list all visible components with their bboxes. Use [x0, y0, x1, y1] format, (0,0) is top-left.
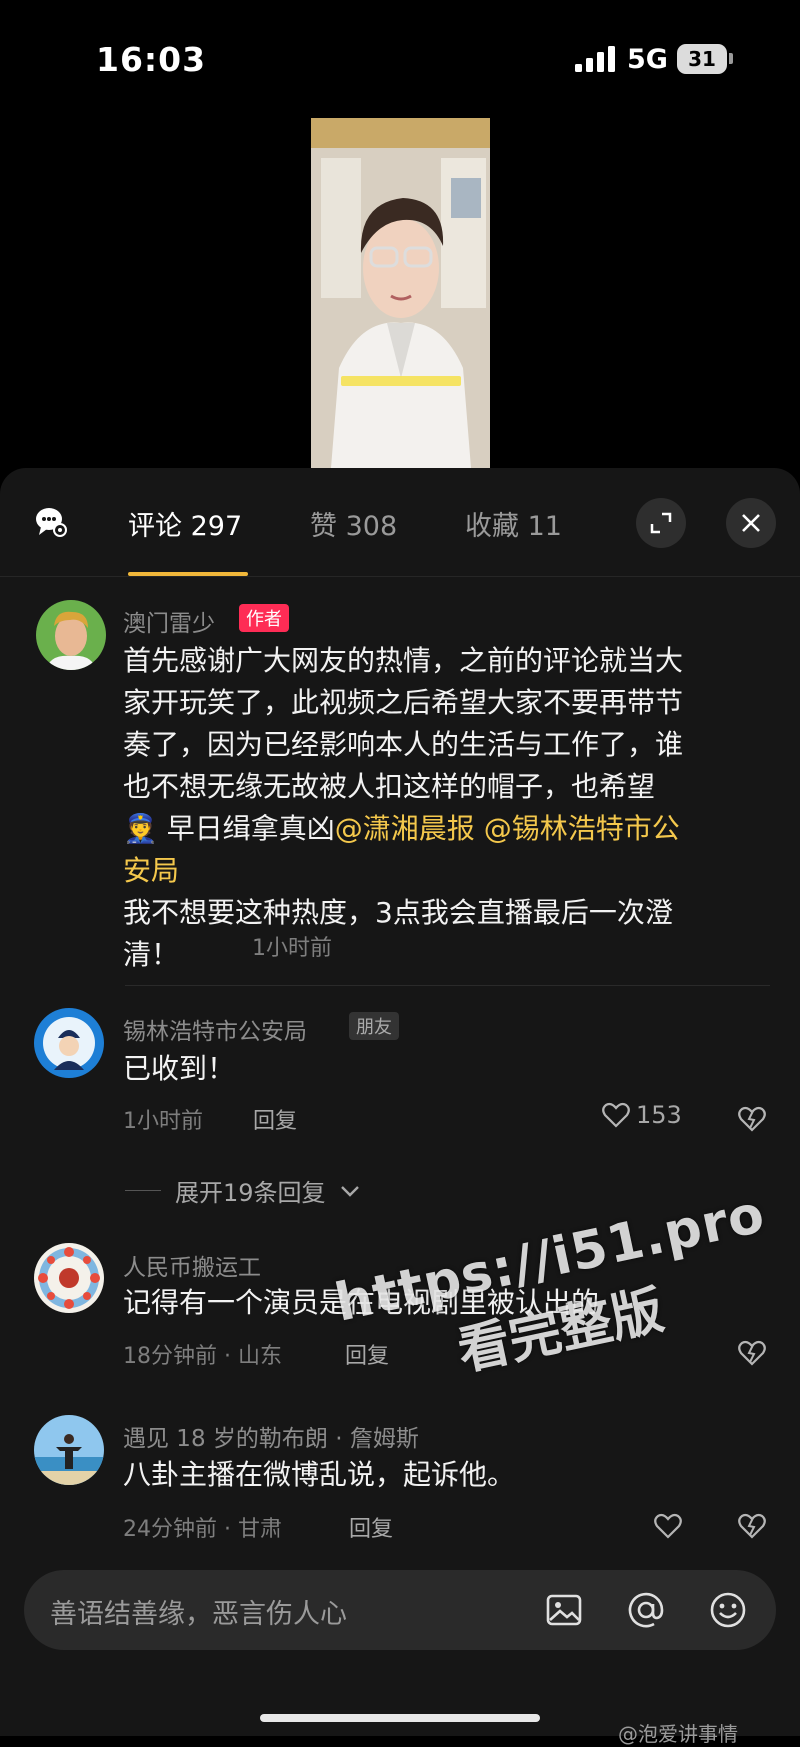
message-settings-icon[interactable] [34, 504, 68, 538]
close-button[interactable] [726, 498, 776, 548]
input-placeholder: 善语结善缘，恶言伤人心 [50, 1599, 347, 1630]
comment-username[interactable]: 澳门雷少 [123, 604, 215, 638]
network-label: 5G [627, 44, 668, 75]
tab-likes[interactable]: 赞 308 [310, 504, 397, 543]
comment-input-area: 善语结善缘，恶言伤人心 @泡爱讲事情 [0, 1550, 800, 1746]
tab-favorites[interactable]: 收藏 11 [465, 504, 562, 543]
avatar[interactable] [36, 600, 106, 670]
comment-text[interactable]: 八卦主播在微博乱说，起诉他。 [123, 1454, 515, 1496]
battery-icon: 31 [677, 44, 727, 74]
comment-username[interactable]: 遇见 18 岁的勒布朗 · 詹姆斯 [123, 1419, 419, 1453]
mention-link[interactable]: @潇湘晨报 [335, 812, 475, 845]
video-frame [311, 118, 490, 468]
comment-text[interactable]: 首先感谢广大网友的热情，之前的评论就当大家开玩笑了，此视频之后希望大家不要再带节… [123, 640, 683, 976]
battery-cap [729, 53, 733, 64]
status-bar: 16:03 5G 31 [0, 0, 800, 110]
home-indicator[interactable] [260, 1714, 540, 1722]
comment-text[interactable]: 已收到！ [123, 1048, 235, 1090]
avatar[interactable] [34, 1243, 104, 1313]
reply-button[interactable]: 回复 [345, 1338, 389, 1370]
dislike-icon[interactable] [737, 1103, 767, 1133]
avatar-image [36, 600, 106, 670]
at-mention-icon[interactable] [626, 1590, 666, 1630]
comment-username[interactable]: 锡林浩特市公安局 [123, 1012, 307, 1046]
comment-text-tail: 早日缉拿真凶 [157, 812, 335, 845]
dislike-icon[interactable] [737, 1510, 767, 1540]
video-thumbnail[interactable] [311, 118, 490, 468]
expand-button[interactable] [636, 498, 686, 548]
avatar-image [34, 1415, 104, 1485]
comment-username[interactable]: 人民币搬运工 [123, 1248, 261, 1282]
heart-icon[interactable] [653, 1510, 683, 1540]
avatar[interactable] [34, 1415, 104, 1485]
friend-badge: 朋友 [349, 1012, 399, 1040]
comment-input[interactable]: 善语结善缘，恶言伤人心 [24, 1570, 776, 1650]
expand-replies-label: 展开19条回复 [175, 1179, 326, 1207]
status-time: 16:03 [96, 40, 207, 79]
comment-time: 1小时前 [252, 936, 332, 961]
chevron-down-icon [340, 1185, 359, 1197]
like-count: 153 [636, 1101, 682, 1129]
comment-time: 18分钟前 · 山东 [123, 1344, 282, 1369]
close-icon [742, 514, 760, 532]
dislike-icon[interactable] [737, 1337, 767, 1367]
comments-panel: 评论 297 赞 308 收藏 11 澳门雷少 作者 首先感谢广大网友的热情，之… [0, 468, 800, 1736]
tab-comments[interactable]: 评论 297 [128, 504, 242, 543]
expand-line [125, 1190, 161, 1191]
police-emoji: 👮 [123, 812, 158, 845]
avatar-image [34, 1243, 104, 1313]
like-button[interactable]: 153 [602, 1101, 682, 1129]
comment-text-line2: 我不想要这种热度，3点我会直播最后一次澄清！ [123, 896, 673, 971]
comment-text[interactable]: 记得有一个演员是在电视剧里被认出的 [123, 1282, 599, 1324]
divider [125, 985, 770, 986]
avatar-image [34, 1008, 104, 1078]
emoji-icon[interactable] [708, 1590, 748, 1630]
author-badge: 作者 [239, 604, 289, 632]
avatar[interactable] [34, 1008, 104, 1078]
mention-spacer [475, 812, 484, 845]
reply-button[interactable]: 回复 [253, 1103, 297, 1135]
reply-button[interactable]: 回复 [349, 1511, 393, 1543]
tab-divider [0, 576, 800, 577]
comment-text-body: 首先感谢广大网友的热情，之前的评论就当大家开玩笑了，此视频之后希望大家不要再带节… [123, 644, 684, 803]
image-icon[interactable] [544, 1590, 584, 1630]
tab-bar: 评论 297 赞 308 收藏 11 [0, 468, 800, 578]
expand-icon [650, 512, 672, 534]
comment-time: 1小时前 [123, 1109, 203, 1134]
comment-time: 24分钟前 · 甘肃 [123, 1517, 282, 1542]
heart-icon [602, 1102, 630, 1128]
weibo-credit: @泡爱讲事情 [618, 1722, 738, 1746]
expand-replies-button[interactable]: 展开19条回复 [125, 1173, 360, 1208]
signal-icon [575, 46, 615, 72]
